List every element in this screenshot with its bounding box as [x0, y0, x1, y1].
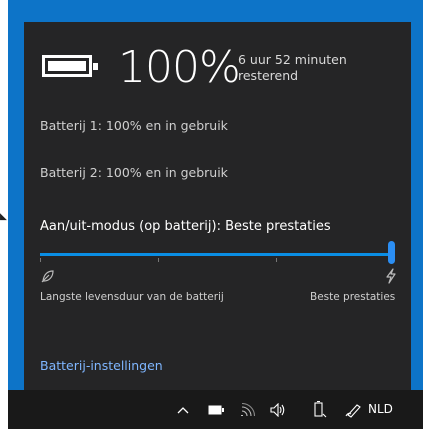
window-edge-marker: ◣: [0, 212, 7, 222]
device-tray-button[interactable]: [308, 390, 332, 429]
battery-life-label: Langste levensduur van de batterij: [40, 291, 224, 303]
best-performance-label: Beste prestaties: [310, 291, 396, 303]
device-icon: [314, 400, 327, 417]
show-hidden-icons-button[interactable]: [172, 390, 194, 429]
leaf-icon: [41, 270, 54, 283]
battery-icon: [42, 55, 98, 77]
pen-tray-button[interactable]: [342, 390, 366, 429]
volume-tray-button[interactable]: [266, 390, 290, 429]
taskbar: NLD: [8, 390, 423, 429]
lightning-bolt-icon: [386, 268, 396, 284]
slider-tick: [158, 258, 159, 262]
battery-flyout: 100% 6 uur 52 minuten resterend Batterij…: [24, 22, 411, 390]
battery-tray-button[interactable]: [204, 390, 228, 429]
power-mode-slider[interactable]: [40, 253, 392, 256]
speaker-icon: [270, 402, 285, 417]
network-tray-button[interactable]: [236, 390, 260, 429]
language-indicator[interactable]: NLD: [368, 390, 393, 429]
power-mode-label: Aan/uit-modus (op batterij): Beste prest…: [40, 219, 331, 234]
chevron-up-icon: [177, 406, 189, 413]
power-mode-slider-thumb[interactable]: [388, 241, 395, 264]
time-remaining: 6 uur 52 minuten resterend: [238, 52, 347, 84]
battery-1-status: Batterij 1: 100% en in gebruik: [40, 118, 228, 133]
pen-icon: [345, 403, 361, 418]
battery-settings-link[interactable]: Batterij-instellingen: [40, 358, 163, 373]
battery-icon: [208, 405, 224, 414]
battery-2-status: Batterij 2: 100% en in gebruik: [40, 165, 228, 180]
battery-percentage: 100%: [118, 42, 241, 93]
slider-tick: [40, 258, 41, 262]
time-remaining-value: 6 uur 52 minuten: [238, 52, 347, 67]
time-remaining-label: resterend: [238, 68, 299, 83]
slider-tick: [276, 258, 277, 262]
wifi-icon: [241, 402, 256, 416]
